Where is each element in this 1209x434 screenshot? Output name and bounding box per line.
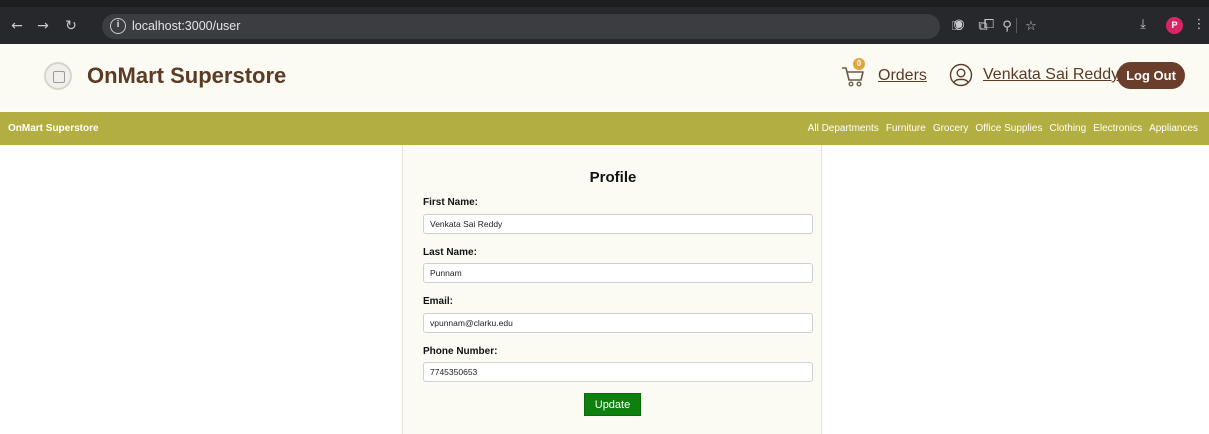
- extensions-puzzle-icon[interactable]: ⧠: [980, 16, 998, 34]
- browser-toolbar: ← → ↻ i localhost:3000/user ⚿ ⧉ ⚲ ☆ ◉ ⧠ …: [0, 0, 1209, 44]
- site-brand[interactable]: OnMart Superstore: [87, 63, 286, 89]
- forward-arrow-icon[interactable]: →: [34, 17, 52, 35]
- phone-number-input[interactable]: 7745350653: [423, 362, 813, 382]
- user-name-link[interactable]: Venkata Sai Reddy: [983, 66, 1119, 84]
- email-label: Email:: [423, 296, 454, 307]
- download-icon[interactable]: ⤓: [1134, 16, 1152, 34]
- extension-circle-icon[interactable]: ◉: [950, 16, 968, 34]
- last-name-input[interactable]: Punnam: [423, 263, 813, 283]
- profile-title: Profile: [589, 169, 637, 186]
- toolbar-divider: [1016, 18, 1017, 33]
- first-name-label: First Name:: [423, 197, 479, 208]
- email-input[interactable]: vpunnam@clarku.edu: [423, 313, 813, 333]
- category-link-all-departments[interactable]: All Departments: [808, 123, 879, 134]
- back-arrow-icon[interactable]: ←: [8, 17, 26, 35]
- user-account-icon[interactable]: [949, 63, 973, 87]
- category-link-electronics[interactable]: Electronics: [1093, 123, 1142, 134]
- category-link-furniture[interactable]: Furniture: [886, 123, 926, 134]
- reload-icon[interactable]: ↻: [62, 17, 80, 35]
- site-info-icon[interactable]: i: [110, 18, 126, 34]
- bookmark-star-icon[interactable]: ☆: [1022, 18, 1040, 36]
- category-link-appliances[interactable]: Appliances: [1149, 123, 1198, 134]
- tab-strip: [0, 0, 1209, 7]
- zoom-icon[interactable]: ⚲: [998, 18, 1016, 36]
- category-link-clothing[interactable]: Clothing: [1049, 123, 1086, 134]
- logout-button[interactable]: Log Out: [1117, 62, 1185, 89]
- cart-count-badge: 0: [853, 58, 865, 70]
- first-name-input[interactable]: Venkata Sai Reddy: [423, 214, 813, 234]
- category-links: All Departments Furniture Grocery Office…: [808, 123, 1198, 134]
- last-name-label: Last Name:: [423, 247, 477, 258]
- site-header: OnMart Superstore 0 Orders Venkata Sai R…: [0, 44, 1209, 110]
- address-bar[interactable]: i localhost:3000/user ⚿ ⧉ ⚲ ☆: [102, 14, 1037, 39]
- category-link-grocery[interactable]: Grocery: [933, 123, 969, 134]
- category-link-office-supplies[interactable]: Office Supplies: [975, 123, 1042, 134]
- profile-panel: Profile First Name: Venkata Sai Reddy La…: [402, 145, 822, 434]
- browser-profile-avatar[interactable]: P: [1166, 17, 1183, 34]
- phone-number-label: Phone Number:: [423, 346, 498, 357]
- category-nav-bar: OnMart Superstore All Departments Furnit…: [0, 112, 1209, 145]
- store-logo-icon[interactable]: [44, 62, 72, 90]
- browser-menu-icon[interactable]: ⋮: [1190, 16, 1208, 34]
- update-button[interactable]: Update: [584, 393, 641, 416]
- url-text[interactable]: localhost:3000/user: [132, 19, 240, 33]
- orders-link[interactable]: Orders: [878, 67, 927, 85]
- category-bar-brand[interactable]: OnMart Superstore: [8, 123, 99, 134]
